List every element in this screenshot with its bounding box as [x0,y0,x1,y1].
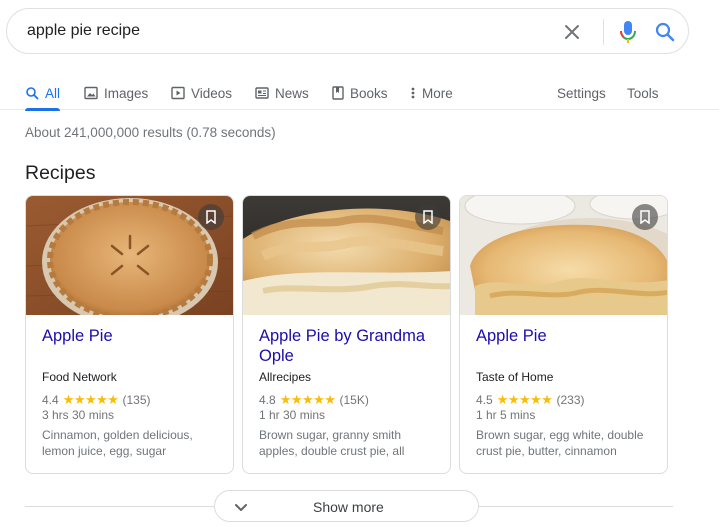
recipe-ingredients: Cinnamon, golden delicious, lemon juice,… [42,428,193,458]
recipe-card[interactable]: Apple Pie Taste of Home 4.5 ★★★★★ (233) … [459,195,668,474]
recipe-source: Allrecipes [259,370,312,384]
show-more-label: Show more [313,499,384,515]
tab-label: Images [104,85,149,101]
bookmark-icon[interactable] [632,204,658,230]
show-more-button[interactable]: Show more [214,490,479,522]
book-icon [332,86,344,100]
search-bar[interactable]: apple pie recipe [6,8,689,54]
recipe-title[interactable]: Apple Pie by Grandma Ople [259,326,439,366]
recipe-image [243,196,450,315]
clear-icon[interactable] [561,21,583,43]
tab-label: More [422,85,453,101]
recipe-image [460,196,667,315]
tab-label: Books [350,85,388,101]
bookmark-icon[interactable] [198,204,224,230]
review-count: (233) [556,393,585,407]
rating-value: 4.5 [476,393,493,407]
settings-link[interactable]: Settings [557,80,606,106]
recipe-ingredients: Brown sugar, egg white, double crust pie… [476,428,644,458]
search-icon[interactable] [653,20,677,44]
bookmark-icon[interactable] [415,204,441,230]
more-vert-icon [411,87,415,99]
image-icon [84,86,98,100]
microphone-icon[interactable] [616,19,640,45]
news-icon [255,87,269,99]
recipe-time: 1 hr 30 mins [259,408,326,422]
tab-books[interactable]: Books [332,80,388,106]
tab-more[interactable]: More [410,80,453,106]
search-icon [26,87,39,100]
review-count: (15K) [339,393,369,407]
recipe-card[interactable]: Apple Pie Food Network 4.4 ★★★★★ (135) 3… [25,195,234,474]
recipe-source: Food Network [42,370,117,384]
rating-value: 4.8 [259,393,276,407]
recipe-image [26,196,233,315]
recipe-time: 1 hr 5 mins [476,408,536,422]
recipe-ingredients: Brown sugar, granny smith apples, double… [259,428,405,458]
tab-all[interactable]: All [25,80,61,111]
recipe-title[interactable]: Apple Pie [476,326,656,346]
star-rating-icon: ★★★★★ [62,392,119,407]
rating-value: 4.4 [42,393,59,407]
search-input[interactable]: apple pie recipe [27,22,140,40]
tab-label: News [275,85,309,101]
tab-videos[interactable]: Videos [171,80,232,106]
recipe-rating: 4.4 ★★★★★ (135) [42,392,150,408]
tab-news[interactable]: News [255,80,309,106]
recipe-source: Taste of Home [476,370,554,384]
video-icon [171,86,185,100]
search-tabs: All Images Videos News Books More Settin… [0,70,719,111]
tools-link[interactable]: Tools [627,80,659,106]
star-rating-icon: ★★★★★ [496,392,553,407]
section-title: Recipes [25,162,96,184]
recipe-title[interactable]: Apple Pie [42,326,222,346]
chevron-down-icon [233,499,249,520]
tab-label: Videos [191,85,233,101]
recipe-rating: 4.5 ★★★★★ (233) [476,392,584,408]
recipe-card[interactable]: Apple Pie by Grandma Ople Allrecipes 4.8… [242,195,451,474]
recipe-rating: 4.8 ★★★★★ (15K) [259,392,369,408]
search-divider [603,19,604,45]
recipe-time: 3 hrs 30 mins [42,408,115,422]
tab-images[interactable]: Images [84,80,148,106]
review-count: (135) [122,393,151,407]
tab-label: All [45,85,61,101]
result-stats: About 241,000,000 results (0.78 seconds) [25,125,276,140]
star-rating-icon: ★★★★★ [279,392,336,407]
